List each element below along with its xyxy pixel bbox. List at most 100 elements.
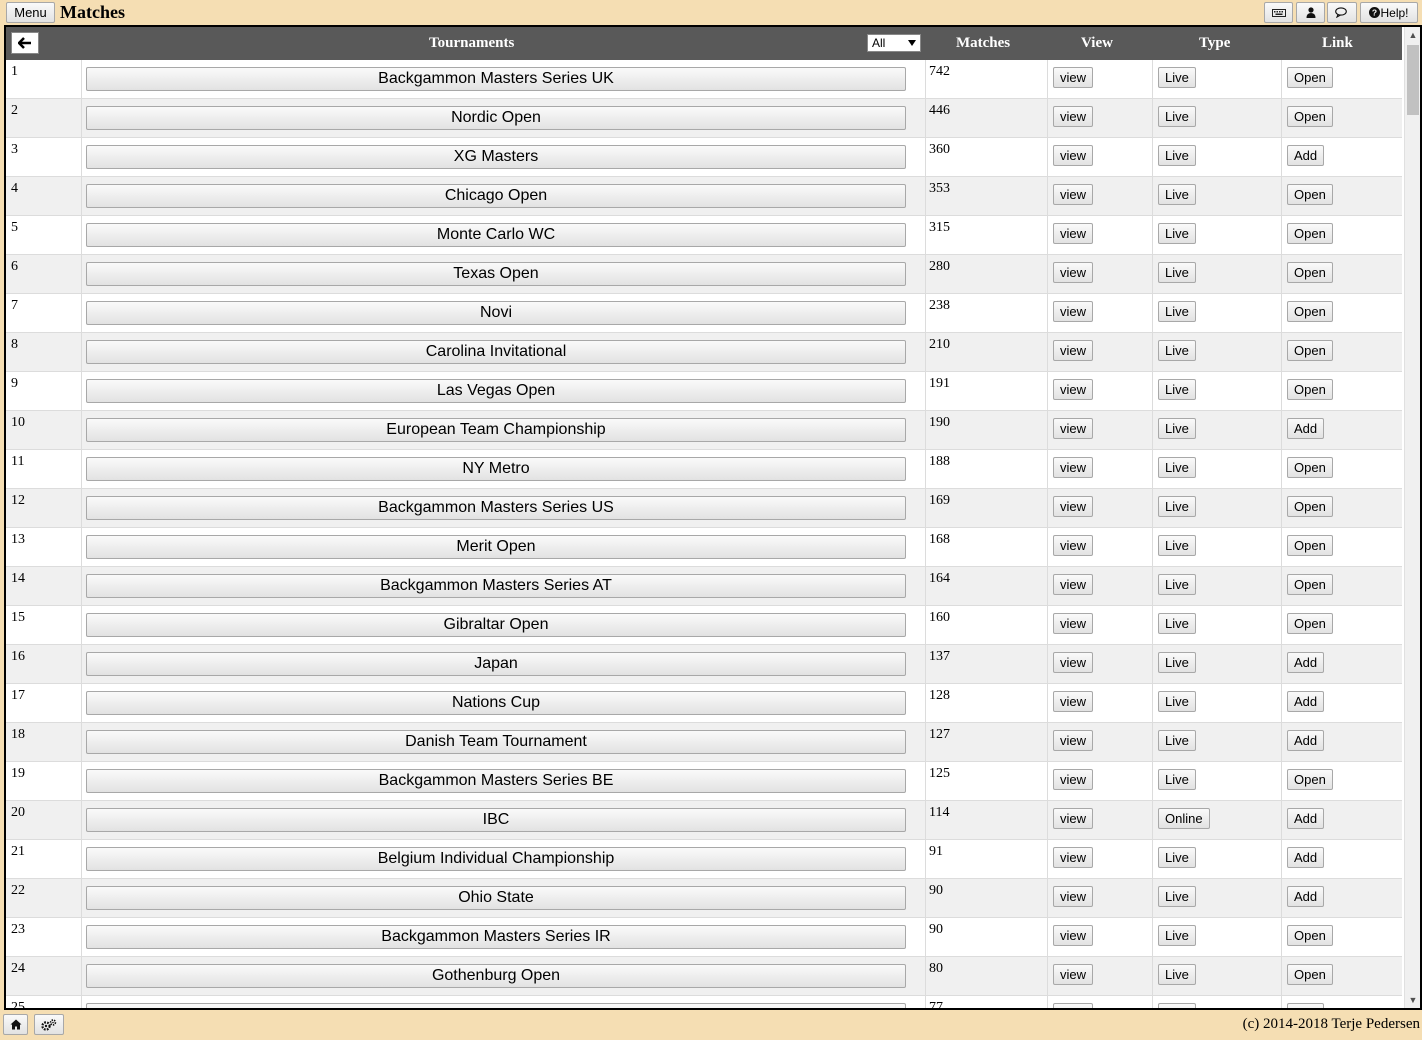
link-button[interactable]: Add — [1287, 1003, 1325, 1008]
view-button[interactable]: view — [1053, 340, 1094, 361]
view-button[interactable]: view — [1053, 67, 1094, 88]
user-button[interactable] — [1296, 2, 1325, 23]
view-button[interactable]: view — [1053, 574, 1094, 595]
scroll-down-arrow-icon[interactable]: ▼ — [1405, 992, 1420, 1008]
view-button[interactable]: view — [1053, 769, 1094, 790]
view-button[interactable]: view — [1053, 1003, 1094, 1008]
tournament-button[interactable]: Ohio State — [86, 886, 906, 910]
settings-button[interactable] — [34, 1014, 64, 1035]
chat-button[interactable] — [1327, 2, 1357, 23]
link-button[interactable]: Open — [1287, 340, 1333, 361]
tournament-button[interactable]: Backgammon Masters Series BE — [86, 769, 906, 793]
view-button[interactable]: view — [1053, 145, 1094, 166]
view-button[interactable]: view — [1053, 496, 1094, 517]
type-button[interactable]: Live — [1158, 925, 1196, 946]
view-button[interactable]: view — [1053, 223, 1094, 244]
link-button[interactable]: Open — [1287, 535, 1333, 556]
type-button[interactable]: Live — [1158, 730, 1196, 751]
type-button[interactable]: Live — [1158, 340, 1196, 361]
link-button[interactable]: Open — [1287, 184, 1333, 205]
type-button[interactable]: Live — [1158, 886, 1196, 907]
view-button[interactable]: view — [1053, 301, 1094, 322]
type-button[interactable]: Live — [1158, 613, 1196, 634]
tournament-button[interactable]: NY Metro — [86, 457, 906, 481]
tournament-button[interactable]: Danish Team Tournament — [86, 730, 906, 754]
link-button[interactable]: Add — [1287, 730, 1325, 751]
type-button[interactable]: Live — [1158, 301, 1196, 322]
type-button[interactable]: Live — [1158, 496, 1196, 517]
type-button[interactable]: Live — [1158, 964, 1196, 985]
type-button[interactable]: Live — [1158, 106, 1196, 127]
tournament-button[interactable]: Las Vegas Open — [86, 379, 906, 403]
link-button[interactable]: Add — [1287, 145, 1325, 166]
type-button[interactable]: Live — [1158, 457, 1196, 478]
tournament-button[interactable]: Novi — [86, 301, 906, 325]
link-button[interactable]: Add — [1287, 886, 1325, 907]
type-button[interactable]: Live — [1158, 574, 1196, 595]
link-button[interactable]: Add — [1287, 418, 1325, 439]
tournament-button[interactable]: Monte Carlo WC — [86, 223, 906, 247]
type-button[interactable]: Live — [1158, 184, 1196, 205]
tournament-button[interactable]: Texas Open — [86, 262, 906, 286]
tournament-button[interactable]: Gothenburg Open — [86, 964, 906, 988]
tournament-button[interactable]: Backgammon Masters Series UK — [86, 67, 906, 91]
menu-button[interactable]: Menu — [6, 2, 55, 23]
view-button[interactable]: view — [1053, 964, 1094, 985]
vertical-scrollbar[interactable]: ▲ ▼ — [1404, 27, 1420, 1008]
type-button[interactable]: Online — [1158, 808, 1210, 829]
keyboard-button[interactable] — [1264, 2, 1293, 23]
view-button[interactable]: view — [1053, 925, 1094, 946]
view-button[interactable]: view — [1053, 808, 1094, 829]
type-button[interactable]: Live — [1158, 223, 1196, 244]
view-button[interactable]: view — [1053, 379, 1094, 400]
view-button[interactable]: view — [1053, 262, 1094, 283]
header-matches[interactable]: Matches — [956, 27, 1010, 60]
type-button[interactable]: Live — [1158, 691, 1196, 712]
link-button[interactable]: Open — [1287, 67, 1333, 88]
link-button[interactable]: Open — [1287, 613, 1333, 634]
link-button[interactable]: Open — [1287, 769, 1333, 790]
link-button[interactable]: Open — [1287, 964, 1333, 985]
type-button[interactable]: Live — [1158, 145, 1196, 166]
tournament-button[interactable]: Japan — [86, 652, 906, 676]
type-button[interactable]: Live — [1158, 418, 1196, 439]
view-button[interactable]: view — [1053, 418, 1094, 439]
tournament-button[interactable]: Belgium Individual Championship — [86, 847, 906, 871]
tournament-button[interactable]: Gibraltar Open — [86, 613, 906, 637]
scroll-thumb[interactable] — [1407, 45, 1419, 115]
home-button[interactable] — [3, 1014, 28, 1035]
tournament-button[interactable]: Carolina Invitational — [86, 340, 906, 364]
tournament-button[interactable] — [86, 1003, 906, 1008]
tournament-button[interactable]: Chicago Open — [86, 184, 906, 208]
header-type[interactable]: Type — [1199, 27, 1230, 60]
view-button[interactable]: view — [1053, 847, 1094, 868]
link-button[interactable]: Open — [1287, 379, 1333, 400]
type-button[interactable]: Live — [1158, 67, 1196, 88]
view-button[interactable]: view — [1053, 652, 1094, 673]
type-button[interactable]: Live — [1158, 652, 1196, 673]
view-button[interactable]: view — [1053, 184, 1094, 205]
link-button[interactable]: Open — [1287, 574, 1333, 595]
link-button[interactable]: Add — [1287, 847, 1325, 868]
view-button[interactable]: view — [1053, 457, 1094, 478]
tournament-button[interactable]: Merit Open — [86, 535, 906, 559]
type-button[interactable]: Live — [1158, 769, 1196, 790]
filter-select[interactable]: All — [867, 34, 921, 52]
link-button[interactable]: Open — [1287, 496, 1333, 517]
link-button[interactable]: Open — [1287, 223, 1333, 244]
tournament-button[interactable]: Nordic Open — [86, 106, 906, 130]
header-tournaments[interactable]: Tournaments — [429, 27, 514, 60]
tournament-button[interactable]: Backgammon Masters Series US — [86, 496, 906, 520]
type-button[interactable]: Live — [1158, 1003, 1196, 1008]
link-button[interactable]: Add — [1287, 652, 1325, 673]
type-button[interactable]: Live — [1158, 262, 1196, 283]
type-button[interactable]: Live — [1158, 847, 1196, 868]
link-button[interactable]: Open — [1287, 925, 1333, 946]
link-button[interactable]: Open — [1287, 262, 1333, 283]
view-button[interactable]: view — [1053, 730, 1094, 751]
link-button[interactable]: Open — [1287, 106, 1333, 127]
link-button[interactable]: Add — [1287, 808, 1325, 829]
link-button[interactable]: Open — [1287, 301, 1333, 322]
view-button[interactable]: view — [1053, 613, 1094, 634]
tournament-button[interactable]: XG Masters — [86, 145, 906, 169]
